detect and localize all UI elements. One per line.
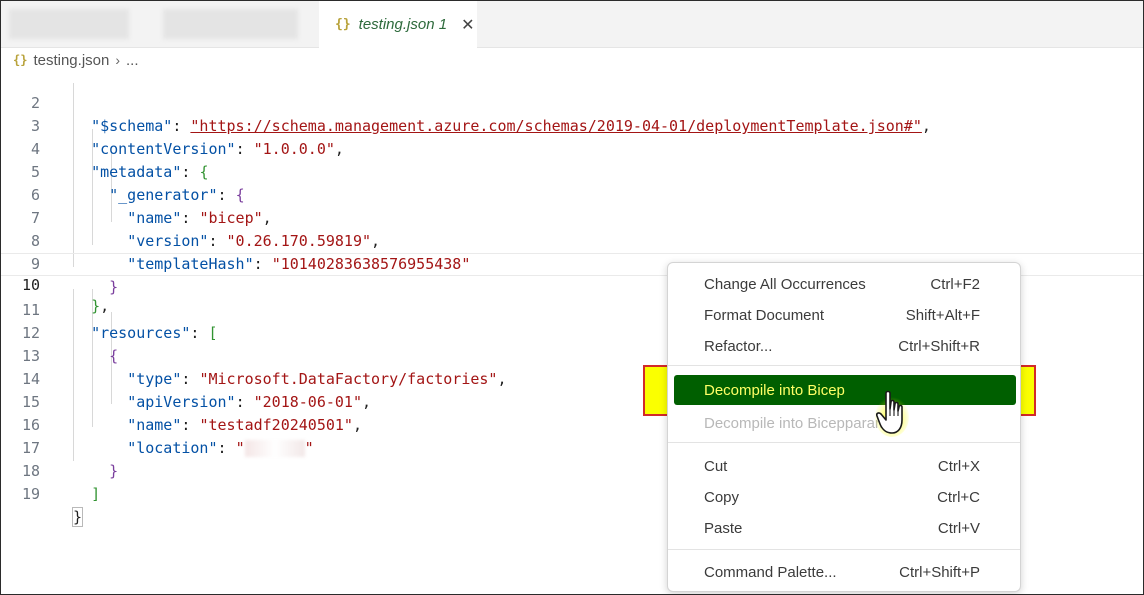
breadcrumb-file[interactable]: testing.json [33,52,109,69]
tab-bar: {} testing.json 1 ✕ [1,1,1143,48]
code-line: 8 "templateHash": "10140283638576955438" [30,232,471,273]
code-line: 6 "name": "bicep", [30,186,272,227]
tab-label: testing.json 1 [358,16,448,33]
code-line: 7 "version": "0.26.170.59819", [30,209,381,250]
editor-window: {} testing.json 1 ✕ {} testing.json › ..… [0,0,1144,595]
json-braces-icon: {} [335,17,351,32]
json-braces-icon: {} [13,53,28,67]
tab-testing-json[interactable]: {} testing.json 1 ✕ [319,1,477,48]
code-line: 4 "metadata": { [30,140,209,181]
breadcrumb-symbols[interactable]: ... [126,52,139,69]
menu-item-paste[interactable]: Paste Ctrl+V [674,515,1014,541]
context-menu: Change All Occurrences Ctrl+F2 Format Doc… [667,262,1021,592]
code-line: 3 "contentVersion": "1.0.0.0", [30,117,344,158]
hand-pointer-icon [875,390,909,437]
menu-item-cut[interactable]: Cut Ctrl+X [674,453,1014,479]
problem-count: 1 [438,16,448,33]
chevron-right-icon: › [115,52,121,68]
menu-item-command-palette[interactable]: Command Palette... Ctrl+Shift+P [674,559,1014,585]
tab-blurred[interactable] [9,9,129,39]
tab-blurred[interactable] [163,9,298,39]
menu-separator [668,365,1020,366]
menu-item-decompile-into-bicep[interactable]: Decompile into Bicep [674,375,1016,405]
close-icon[interactable]: ✕ [461,15,474,35]
menu-item-decompile-into-bicepparam[interactable]: Decompile into Bicepparam [674,410,1014,436]
menu-separator [668,442,1020,443]
code-line: 9 } [30,255,119,296]
menu-item-format-document[interactable]: Format Document Shift+Alt+F [674,302,1014,328]
menu-separator [668,549,1020,550]
menu-item-copy[interactable]: Copy Ctrl+C [674,484,1014,510]
code-line: 5 "_generator": { [30,163,245,204]
code-line: 2 "$schema": "https://schema.management.… [30,94,931,135]
menu-item-refactor[interactable]: Refactor... Ctrl+Shift+R [674,333,1014,359]
menu-item-change-all-occurrences[interactable]: Change All Occurrences Ctrl+F2 [674,271,1014,297]
